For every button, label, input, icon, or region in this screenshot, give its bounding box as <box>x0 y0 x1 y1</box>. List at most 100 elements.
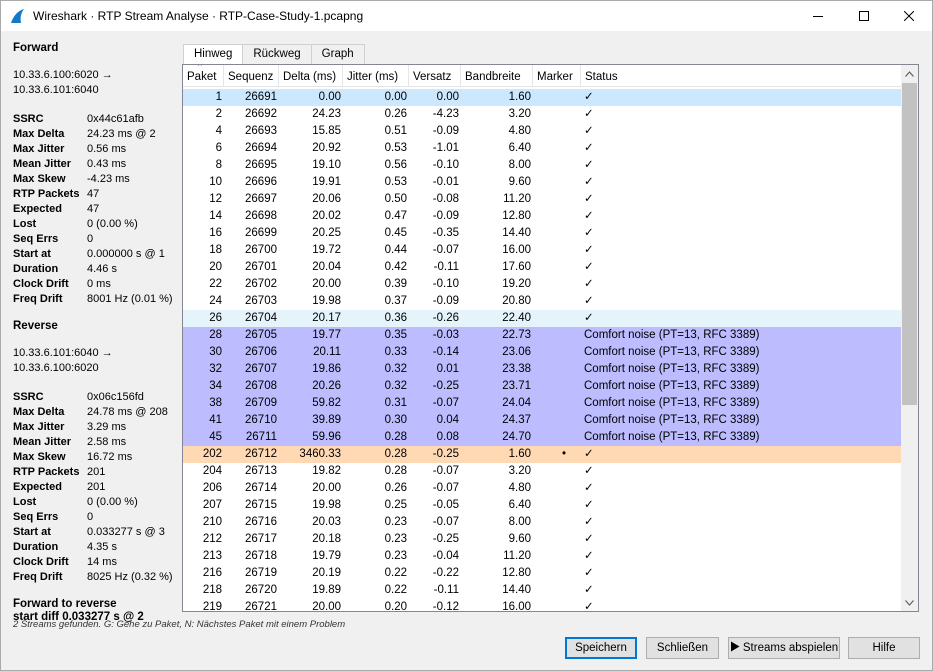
table-row[interactable]: 204 26713 19.82 0.28 -0.07 3.20 ✓ <box>183 463 901 480</box>
cell-bandbreite: 23.71 <box>502 380 531 392</box>
column-header-jitter[interactable]: Jitter (ms) <box>343 65 409 87</box>
cell-versatz: -0.12 <box>432 601 459 612</box>
table-row[interactable]: 34 26708 20.26 0.32 -0.25 23.71 Comfort noise … <box>183 378 901 395</box>
packet-table[interactable]: ^ Paket Sequenz Delta (ms) Jitter (ms) Ve… <box>182 64 919 612</box>
cell-sequenz: 26701 <box>245 261 277 273</box>
table-row[interactable]: 16 26699 20.25 0.45 -0.35 14.40 ✓ <box>183 225 901 242</box>
close-icon <box>904 11 914 21</box>
stat-row: Seq Errs 0 <box>13 232 181 247</box>
cell-sequenz: 26720 <box>245 584 277 596</box>
cell-sequenz: 26709 <box>245 397 277 409</box>
cell-paket: 219 <box>202 601 222 612</box>
cell-jitter: 0.53 <box>384 176 407 188</box>
table-header: ^ Paket Sequenz Delta (ms) Jitter (ms) Ve… <box>183 65 901 87</box>
table-row[interactable]: 1 26691 0.00 0.00 0.00 1.60 ✓ <box>183 89 901 106</box>
column-header-status[interactable]: Status <box>581 65 901 87</box>
play-icon <box>730 639 740 659</box>
table-row[interactable]: 14 26698 20.02 0.47 -0.09 12.80 ✓ <box>183 208 901 225</box>
table-row[interactable]: 12 26697 20.06 0.50 -0.08 11.20 ✓ <box>183 191 901 208</box>
cell-paket: 213 <box>202 550 222 562</box>
table-row[interactable]: 206 26714 20.00 0.26 -0.07 4.80 ✓ <box>183 480 901 497</box>
cell-status: ✓ <box>584 482 594 494</box>
column-header-marker[interactable]: Marker <box>533 65 581 87</box>
cell-status: ✓ <box>584 142 594 154</box>
table-row[interactable]: 6 26694 20.92 0.53 -1.01 6.40 ✓ <box>183 140 901 157</box>
table-row[interactable]: 213 26718 19.79 0.23 -0.04 11.20 ✓ <box>183 548 901 565</box>
table-row[interactable]: 10 26696 19.91 0.53 -0.01 9.60 ✓ <box>183 174 901 191</box>
status-hint: 2 Streams gefunden. G: Gehe zu Paket, N:… <box>13 619 346 630</box>
stat-key: Expected <box>13 203 62 215</box>
table-row[interactable]: 202 26712 3460.33 0.28 -0.25 1.60 • ✓ <box>183 446 901 463</box>
help-button[interactable]: Hilfe <box>848 637 920 659</box>
table-row[interactable]: 18 26700 19.72 0.44 -0.07 16.00 ✓ <box>183 242 901 259</box>
cell-delta: 19.98 <box>312 295 341 307</box>
stat-row: Max Skew 16.72 ms <box>13 450 181 465</box>
scroll-down-button[interactable] <box>901 594 918 611</box>
scroll-up-button[interactable] <box>901 65 918 82</box>
table-row[interactable]: 4 26693 15.85 0.51 -0.09 4.80 ✓ <box>183 123 901 140</box>
close-button[interactable]: Schließen <box>646 637 719 659</box>
stat-row: Max Jitter 3.29 ms <box>13 420 181 435</box>
stat-key: Expected <box>13 481 62 493</box>
column-header-paket[interactable]: ^ Paket <box>183 65 224 87</box>
cell-paket: 10 <box>209 176 222 188</box>
table-row[interactable]: 38 26709 59.82 0.31 -0.07 24.04 Comfort noise … <box>183 395 901 412</box>
cell-jitter: 0.23 <box>384 516 407 528</box>
stat-value: 0.43 ms <box>87 158 127 170</box>
table-row[interactable]: 219 26721 20.00 0.20 -0.12 16.00 ✓ <box>183 599 901 612</box>
table-row[interactable]: 210 26716 20.03 0.23 -0.07 8.00 ✓ <box>183 514 901 531</box>
cell-sequenz: 26705 <box>245 329 277 341</box>
forward-addr-from: 10.33.6.100:6020 → <box>13 69 113 81</box>
column-header-delta[interactable]: Delta (ms) <box>279 65 343 87</box>
cell-bandbreite: 6.40 <box>508 142 531 154</box>
stat-value: 47 <box>87 188 100 200</box>
column-header-sequenz[interactable]: Sequenz <box>224 65 279 87</box>
minimize-button[interactable] <box>795 1 841 31</box>
table-row[interactable]: 24 26703 19.98 0.37 -0.09 20.80 ✓ <box>183 293 901 310</box>
table-row[interactable]: 22 26702 20.00 0.39 -0.10 19.20 ✓ <box>183 276 901 293</box>
tab-graph[interactable]: Graph <box>310 44 365 64</box>
stat-row: SSRC 0x44c61afb <box>13 112 181 127</box>
cell-paket: 22 <box>209 278 222 290</box>
stat-value: 16.72 ms <box>87 451 133 463</box>
cell-bandbreite: 8.00 <box>508 516 531 528</box>
tab-rueckweg[interactable]: Rückweg <box>242 44 312 64</box>
table-row[interactable]: 30 26706 20.11 0.33 -0.14 23.06 Comfort noise … <box>183 344 901 361</box>
table-row[interactable]: 212 26717 20.18 0.23 -0.25 9.60 ✓ <box>183 531 901 548</box>
table-row[interactable]: 41 26710 39.89 0.30 0.04 24.37 Comfort noise (… <box>183 412 901 429</box>
forward-stats: SSRC 0x44c61afb Max Delta 24.23 ms @ 2 Max… <box>13 112 181 307</box>
table-row[interactable]: 20 26701 20.04 0.42 -0.11 17.60 ✓ <box>183 259 901 276</box>
save-button[interactable]: Speichern <box>565 637 637 659</box>
cell-bandbreite: 1.60 <box>508 448 531 460</box>
column-header-versatz[interactable]: Versatz <box>409 65 461 87</box>
table-row[interactable]: 207 26715 19.98 0.25 -0.05 6.40 ✓ <box>183 497 901 514</box>
cell-sequenz: 26714 <box>245 482 277 494</box>
vertical-scrollbar[interactable] <box>901 65 918 611</box>
stat-key: Mean Jitter <box>13 436 72 448</box>
cell-bandbreite: 23.38 <box>502 363 531 375</box>
cell-jitter: 0.37 <box>384 295 407 307</box>
stat-key: Duration <box>13 541 59 553</box>
maximize-button[interactable] <box>841 1 887 31</box>
table-row[interactable]: 216 26719 20.19 0.22 -0.22 12.80 ✓ <box>183 565 901 582</box>
cell-marker <box>533 89 581 106</box>
stat-row: Mean Jitter 0.43 ms <box>13 157 181 172</box>
close-window-button[interactable] <box>886 1 932 31</box>
table-row[interactable]: 2 26692 24.23 0.26 -4.23 3.20 ✓ <box>183 106 901 123</box>
cell-sequenz: 26719 <box>245 567 277 579</box>
cell-delta: 39.89 <box>312 414 341 426</box>
table-row[interactable]: 26 26704 20.17 0.36 -0.26 22.40 ✓ <box>183 310 901 327</box>
table-row[interactable]: 32 26707 19.86 0.32 0.01 23.38 Comfort noise (… <box>183 361 901 378</box>
cell-jitter: 0.56 <box>384 159 407 171</box>
stat-key: Seq Errs <box>13 511 59 523</box>
play-streams-button[interactable]: Streams abspielen <box>728 637 840 659</box>
cell-status: ✓ <box>584 125 594 137</box>
tab-hinweg[interactable]: Hinweg <box>183 44 244 65</box>
table-row[interactable]: 28 26705 19.77 0.35 -0.03 22.73 Comfort noise … <box>183 327 901 344</box>
table-row[interactable]: 45 26711 59.96 0.28 0.08 24.70 Comfort noise (… <box>183 429 901 446</box>
cell-jitter: 0.28 <box>384 465 407 477</box>
table-row[interactable]: 218 26720 19.89 0.22 -0.11 14.40 ✓ <box>183 582 901 599</box>
column-header-bandbreite[interactable]: Bandbreite <box>461 65 533 87</box>
scrollbar-thumb[interactable] <box>902 83 917 405</box>
table-row[interactable]: 8 26695 19.10 0.56 -0.10 8.00 ✓ <box>183 157 901 174</box>
